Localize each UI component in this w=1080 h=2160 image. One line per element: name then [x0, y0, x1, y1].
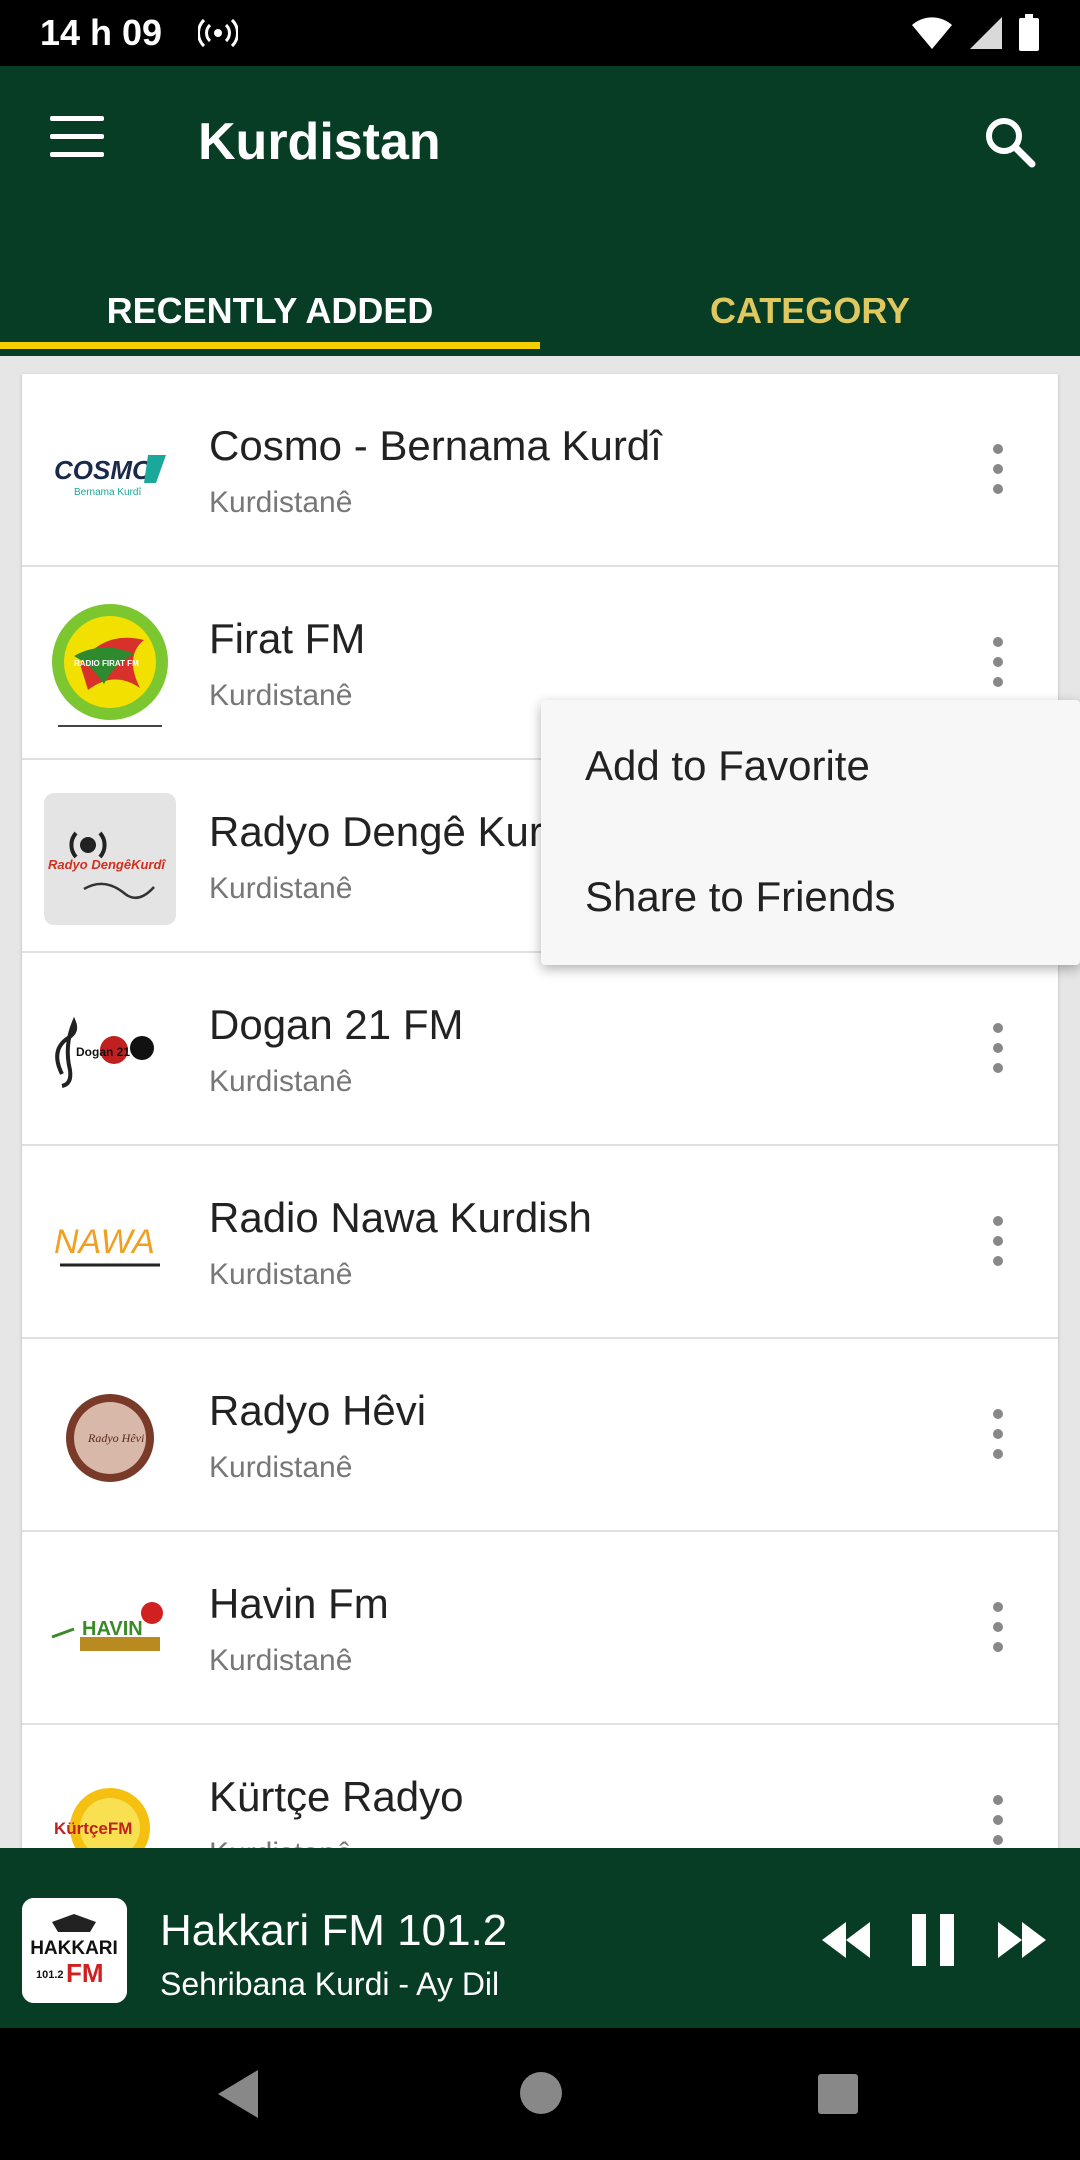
radyo-denge-kurdi-logo: Radyo DengêKurdî — [44, 793, 176, 925]
context-menu: Add to Favorite Share to Friends — [541, 700, 1080, 965]
add-to-favorite-menu-item[interactable]: Add to Favorite — [585, 742, 870, 790]
list-item[interactable]: HAVIN Havin Fm Kurdistanê — [22, 1532, 1058, 1725]
cell-signal-icon — [970, 17, 1002, 49]
status-icons — [910, 14, 1040, 52]
svg-text:COSMO: COSMO — [54, 455, 152, 485]
havin-fm-logo: HAVIN — [51, 1602, 163, 1651]
list-item[interactable]: NAWA Radio Nawa Kurdish Kurdistanê — [22, 1146, 1058, 1339]
now-playing-subtitle: Sehribana Kurdi - Ay Dil — [160, 1966, 500, 2002]
system-nav-bar — [0, 2028, 1080, 2160]
more-options-icon[interactable] — [988, 1409, 1008, 1459]
station-region: Kurdistanê — [209, 486, 353, 519]
more-options-icon[interactable] — [988, 1023, 1008, 1073]
rewind-icon[interactable] — [820, 1918, 872, 1962]
station-name: Kürtçe Radyo — [209, 1773, 464, 1820]
search-icon[interactable] — [982, 114, 1038, 170]
home-icon[interactable] — [518, 2070, 564, 2116]
station-list[interactable]: COSMO Bernama Kurdî Cosmo - Bernama Kurd… — [22, 374, 1058, 1848]
station-name: Firat FM — [209, 615, 366, 662]
status-time: 14 h 09 — [40, 12, 163, 53]
status-bar: 14 h 09 — [0, 0, 1080, 66]
station-region: Kurdistanê — [209, 1451, 353, 1484]
station-name: Radyo Hêvi — [209, 1387, 427, 1434]
cosmo-logo: COSMO Bernama Kurdî — [54, 455, 166, 498]
hamburger-menu-icon[interactable] — [50, 116, 104, 158]
more-options-icon[interactable] — [988, 1795, 1008, 1845]
now-playing-logo: HAKKARI 101.2 FM — [22, 1898, 127, 2003]
recents-icon[interactable] — [816, 2072, 860, 2116]
station-region: Kurdistanê — [209, 1644, 353, 1677]
nawa-logo: NAWA — [54, 1223, 160, 1267]
tab-indicator — [0, 342, 540, 349]
list-item[interactable]: Radyo Hêvi Radyo Hêvi Kurdistanê — [22, 1339, 1058, 1532]
mini-player[interactable]: HAKKARI 101.2 FM Hakkari FM 101.2 Sehrib… — [0, 1848, 1080, 2028]
svg-text:KürtçeFM: KürtçeFM — [54, 1819, 132, 1838]
station-region: Kurdistanê — [209, 1258, 353, 1291]
svg-text:RADIO FIRAT FM: RADIO FIRAT FM — [74, 659, 139, 668]
svg-text:NAWA: NAWA — [54, 1223, 155, 1261]
more-options-icon[interactable] — [988, 637, 1008, 687]
station-region: Kurdistanê — [209, 1065, 353, 1098]
svg-text:FM: FM — [66, 1958, 104, 1988]
share-to-friends-menu-item[interactable]: Share to Friends — [585, 873, 896, 921]
app-bar: Kurdistan RECENTLY ADDED CATEGORY — [0, 66, 1080, 356]
wifi-icon — [912, 17, 952, 49]
svg-text:101.2: 101.2 — [36, 1969, 64, 1981]
list-item[interactable]: KürtçeFM Kürtçe Radyo Kurdistanê — [22, 1725, 1058, 1848]
station-region: Kurdistanê — [209, 872, 353, 905]
station-name: Cosmo - Bernama Kurdî — [209, 422, 662, 469]
station-name: Radio Nawa Kurdish — [209, 1194, 592, 1241]
fast-forward-icon[interactable] — [996, 1918, 1048, 1962]
more-options-icon[interactable] — [988, 444, 1008, 494]
back-icon[interactable] — [214, 2068, 264, 2120]
svg-text:HAVIN: HAVIN — [82, 1618, 143, 1640]
dogan-21-fm-logo: Dogan 21 FM — [55, 1016, 154, 1088]
list-item[interactable]: Dogan 21 FM Dogan 21 FM Kurdistanê — [22, 953, 1058, 1146]
firat-fm-logo: RADIO FIRAT FM — [52, 604, 168, 727]
svg-text:HAKKARI: HAKKARI — [30, 1938, 118, 1959]
kurtce-fm-logo: KürtçeFM — [54, 1788, 150, 1848]
page-title: Kurdistan — [198, 113, 441, 171]
station-region: Kurdistanê — [209, 679, 353, 712]
pause-icon[interactable] — [910, 1914, 956, 1966]
more-options-icon[interactable] — [988, 1216, 1008, 1266]
battery-icon — [1019, 14, 1039, 51]
station-name: Havin Fm — [209, 1580, 389, 1627]
svg-text:Bernama Kurdî: Bernama Kurdî — [74, 487, 142, 498]
radyo-hevi-logo: Radyo Hêvi — [66, 1394, 154, 1482]
more-options-icon[interactable] — [988, 1602, 1008, 1652]
station-region: Kurdistanê — [209, 1837, 352, 1848]
hotspot-icon — [198, 18, 238, 48]
station-name: Radyo Dengê Kur — [209, 808, 543, 855]
station-name: Dogan 21 FM — [209, 1001, 464, 1048]
svg-text:Dogan 21 FM: Dogan 21 FM — [76, 1045, 151, 1059]
tab-category[interactable]: CATEGORY — [540, 266, 1080, 356]
svg-text:Radyo DengêKurdî: Radyo DengêKurdî — [48, 857, 166, 872]
list-item[interactable]: COSMO Bernama Kurdî Cosmo - Bernama Kurd… — [22, 374, 1058, 567]
now-playing-title: Hakkari FM 101.2 — [160, 1906, 508, 1955]
svg-text:Radyo Hêvi: Radyo Hêvi — [87, 1431, 144, 1445]
